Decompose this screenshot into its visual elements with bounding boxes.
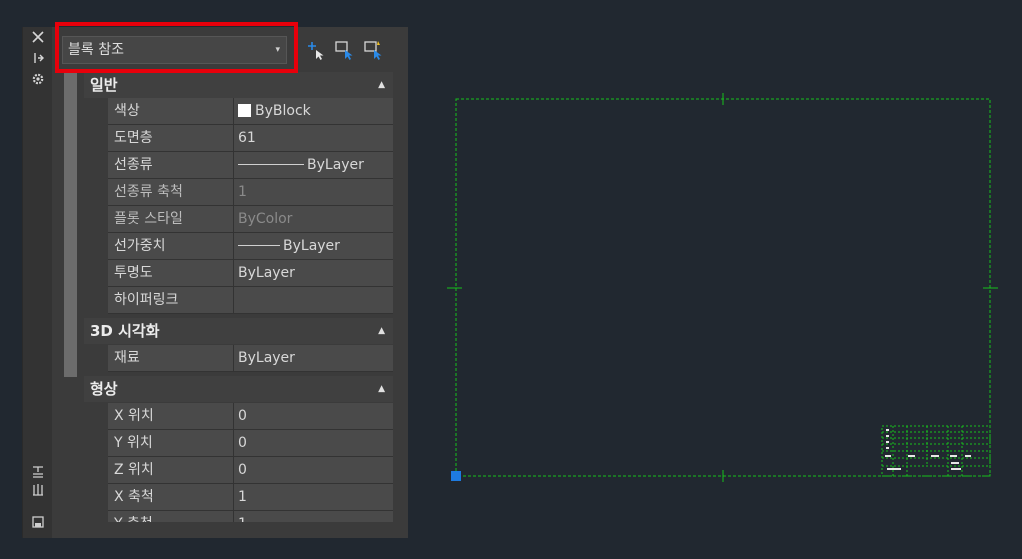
prop-row-layer[interactable]: 도면층 61 [108, 125, 393, 152]
color-swatch [238, 104, 251, 117]
prop-value-text: ByLayer [283, 238, 340, 254]
drawing-frame[interactable] [455, 98, 991, 477]
prop-row-material[interactable]: 재료 ByLayer [108, 345, 393, 372]
prop-row-hyperlink[interactable]: 하이퍼링크 [108, 287, 393, 314]
prop-value[interactable]: ByColor [234, 206, 393, 232]
prop-value[interactable] [234, 287, 393, 313]
palette-title-strip[interactable] [23, 27, 52, 538]
auto-hide-icon[interactable] [27, 51, 49, 71]
section-title: 형상 [90, 380, 118, 398]
collapse-arrow-icon[interactable]: ▲ [378, 318, 385, 344]
prop-value[interactable]: 1 [234, 179, 393, 205]
prop-value[interactable]: ByLayer [234, 260, 393, 286]
prop-row-scale-x[interactable]: X 축척 1 [108, 484, 393, 511]
prop-label: 선종류 축척 [108, 179, 234, 205]
gear-icon[interactable] [27, 72, 49, 92]
prop-value[interactable]: ByBlock [234, 98, 393, 124]
prop-value[interactable]: 61 [234, 125, 393, 151]
palette-toolbar: 블록 참조 ▾ [52, 27, 408, 73]
properties-palette: 블록 참조 ▾ 일반 ▲ 색상 ByBlock 도면층 61 선종류 ByLay… [22, 27, 408, 538]
prop-value[interactable]: 0 [234, 457, 393, 483]
prop-row-lineweight[interactable]: 선가중치 ByLayer [108, 233, 393, 260]
prop-row-color[interactable]: 색상 ByBlock [108, 98, 393, 125]
chevron-down-icon: ▾ [275, 45, 280, 55]
prop-row-position-x[interactable]: X 위치 0 [108, 403, 393, 430]
palette-properties-icon[interactable] [27, 464, 49, 484]
prop-value[interactable]: 0 [234, 403, 393, 429]
prop-label: X 위치 [108, 403, 234, 429]
prop-label: 선가중치 [108, 233, 234, 259]
prop-label: 선종류 [108, 152, 234, 178]
section-geometry[interactable]: 형상 ▲ [84, 376, 393, 402]
select-objects-icon[interactable] [334, 39, 356, 61]
prop-label: 재료 [108, 345, 234, 371]
lineweight-preview [238, 245, 280, 246]
object-type-select[interactable]: 블록 참조 ▾ [62, 36, 287, 64]
prop-value[interactable]: 1 [234, 511, 393, 522]
prop-row-position-y[interactable]: Y 위치 0 [108, 430, 393, 457]
section-title: 일반 [90, 76, 118, 94]
quick-select-icon[interactable] [363, 39, 385, 61]
prop-label: 투명도 [108, 260, 234, 286]
title-block-text-marks [885, 429, 971, 470]
insertion-grip[interactable] [451, 471, 461, 481]
frame-center-marks [447, 93, 998, 482]
palette-save-icon[interactable] [27, 515, 49, 535]
prop-label: 플롯 스타일 [108, 206, 234, 232]
palette-layers-icon[interactable] [27, 482, 49, 502]
prop-label: Z 위치 [108, 457, 234, 483]
collapse-arrow-icon[interactable]: ▲ [378, 72, 385, 98]
prop-value[interactable]: 1 [234, 484, 393, 510]
category-bar [64, 72, 77, 377]
collapse-arrow-icon[interactable]: ▲ [378, 376, 385, 402]
prop-value[interactable]: 0 [234, 430, 393, 456]
prop-label: Y 축척 [108, 511, 234, 522]
prop-row-scale-y[interactable]: Y 축척 1 [108, 511, 393, 522]
linetype-preview [238, 164, 304, 165]
section-title: 3D 시각화 [90, 322, 160, 340]
prop-value-text: ByLayer [307, 157, 364, 173]
prop-row-plot-style[interactable]: 플롯 스타일 ByColor [108, 206, 393, 233]
prop-label: Y 위치 [108, 430, 234, 456]
properties-grid: 일반 ▲ 색상 ByBlock 도면층 61 선종류 ByLayer 선종류 축… [64, 72, 393, 522]
prop-label: 색상 [108, 98, 234, 124]
prop-row-position-z[interactable]: Z 위치 0 [108, 457, 393, 484]
prop-value[interactable]: ByLayer [234, 152, 393, 178]
section-general[interactable]: 일반 ▲ [84, 72, 393, 98]
object-type-value: 블록 참조 [68, 42, 124, 58]
toggle-pickadd-icon[interactable] [305, 39, 327, 61]
prop-value[interactable]: ByLayer [234, 345, 393, 371]
prop-row-linetype[interactable]: 선종류 ByLayer [108, 152, 393, 179]
prop-row-transparency[interactable]: 투명도 ByLayer [108, 260, 393, 287]
prop-row-linetype-scale[interactable]: 선종류 축척 1 [108, 179, 393, 206]
close-icon[interactable] [27, 30, 49, 50]
prop-label: 도면층 [108, 125, 234, 151]
prop-value-text: ByBlock [255, 103, 311, 119]
prop-value[interactable]: ByLayer [234, 233, 393, 259]
prop-label: X 축척 [108, 484, 234, 510]
section-3d-visualization[interactable]: 3D 시각화 ▲ [84, 318, 393, 344]
prop-label: 하이퍼링크 [108, 287, 234, 313]
